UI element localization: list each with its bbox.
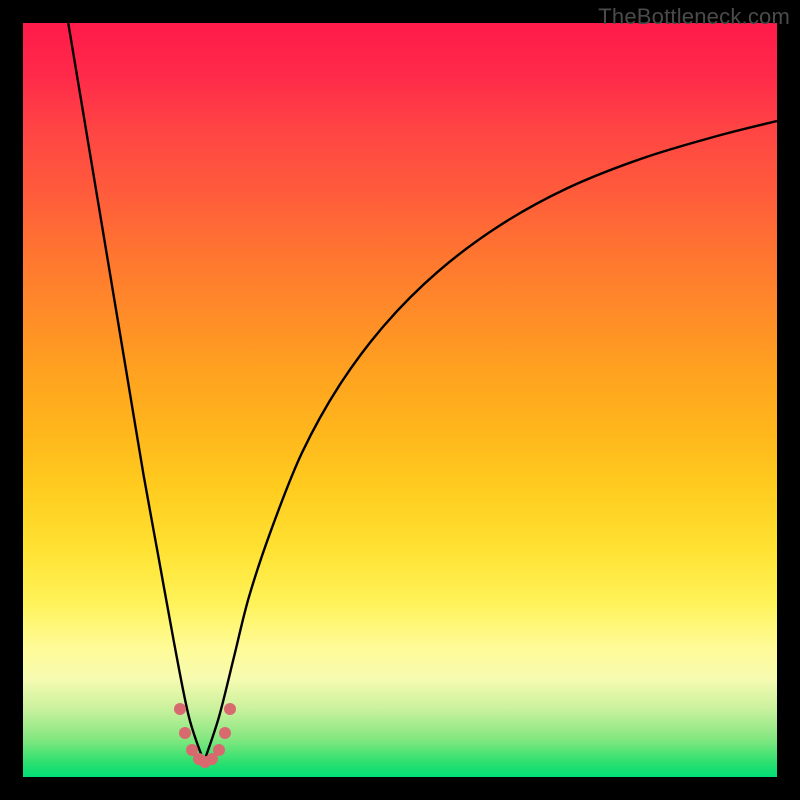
- watermark-text: TheBottleneck.com: [598, 4, 790, 30]
- valley-dot: [219, 727, 231, 739]
- valley-dot: [213, 744, 225, 756]
- valley-dots-layer: [23, 23, 777, 777]
- valley-dot: [179, 727, 191, 739]
- valley-dot: [224, 703, 236, 715]
- chart-plot-area: [23, 23, 777, 777]
- valley-dot: [174, 703, 186, 715]
